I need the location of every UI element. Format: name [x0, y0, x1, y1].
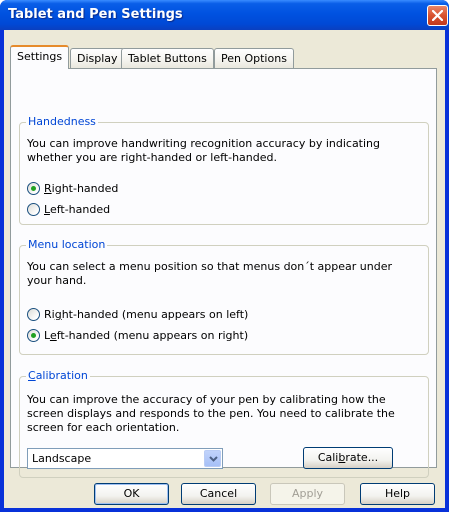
chevron-down-icon — [209, 456, 218, 462]
tab-settings-label: Settings — [17, 50, 63, 63]
ok-button[interactable]: OK — [94, 483, 169, 505]
close-icon — [432, 10, 443, 21]
calibration-group-title: Calibration — [26, 369, 90, 382]
tab-pen-options-label: Pen Options — [221, 52, 287, 65]
window-title: Tablet and Pen Settings — [8, 7, 183, 22]
help-button[interactable]: Help — [360, 483, 435, 505]
dropdown-button[interactable] — [204, 450, 221, 467]
handedness-group: Handedness You can improve handwriting r… — [19, 115, 429, 225]
cancel-button[interactable]: Cancel — [181, 483, 256, 505]
title-bar[interactable]: Tablet and Pen Settings — [0, 0, 449, 30]
menu-left-label: Left-handed (menu appears on right) — [44, 329, 249, 342]
tab-display[interactable]: Display — [70, 48, 125, 68]
calibration-group: Calibration You can improve the accuracy… — [19, 369, 429, 478]
tab-tablet-buttons[interactable]: Tablet Buttons — [121, 48, 214, 68]
handedness-right-label: Right-handed — [44, 182, 119, 195]
tab-display-label: Display — [77, 52, 118, 65]
handedness-description: You can improve handwriting recognition … — [27, 137, 381, 164]
dialog-window: Tablet and Pen Settings Settings Display… — [0, 0, 449, 512]
menu-location-description: You can select a menu position so that m… — [27, 260, 393, 287]
menu-right-label: Right-handed (menu appears on left) — [44, 308, 249, 321]
tab-pen-options[interactable]: Pen Options — [214, 48, 294, 68]
calibration-description: You can improve the accuracy of your pen… — [27, 393, 395, 434]
radio-button[interactable] — [27, 203, 40, 216]
tab-tablet-buttons-label: Tablet Buttons — [128, 52, 207, 65]
radio-button-checked[interactable] — [27, 329, 40, 342]
orientation-select[interactable]: Landscape — [27, 448, 223, 469]
close-button[interactable] — [427, 5, 448, 26]
menu-location-group-title: Menu location — [26, 238, 108, 251]
tab-settings[interactable]: Settings — [10, 45, 70, 69]
menu-location-group: Menu location You can select a menu posi… — [19, 238, 429, 355]
calibrate-button[interactable]: Calibrate... — [303, 447, 393, 469]
apply-button[interactable]: Apply — [270, 483, 345, 505]
settings-tab-panel: Handedness You can improve handwriting r… — [10, 68, 437, 478]
radio-button-checked[interactable] — [27, 182, 40, 195]
dialog-client-area: Settings Display Tablet Buttons Pen Opti… — [4, 30, 445, 508]
orientation-select-value: Landscape — [32, 452, 92, 465]
handedness-left-label: Left-handed — [44, 203, 111, 216]
radio-button[interactable] — [27, 308, 40, 321]
handedness-group-title: Handedness — [26, 115, 98, 128]
